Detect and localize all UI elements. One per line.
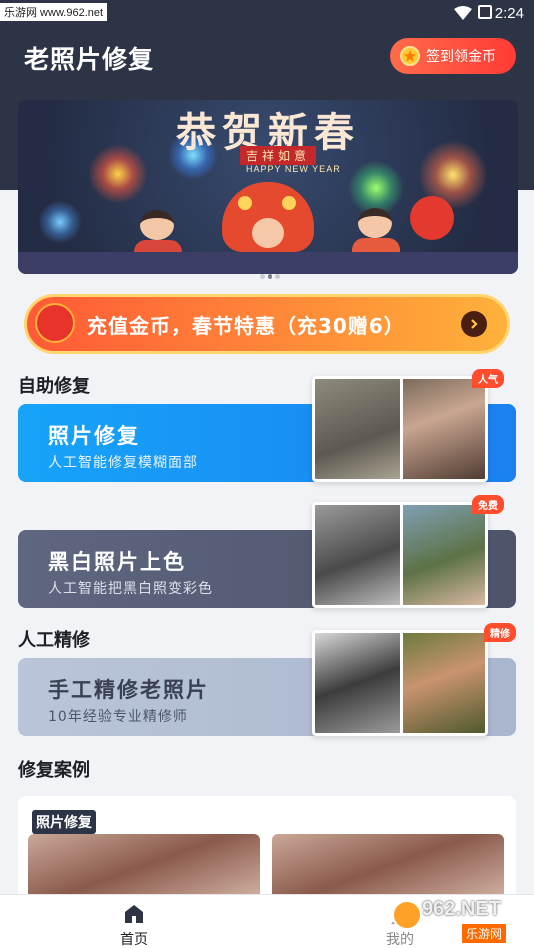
recharge-promo-banner[interactable]: 充值金币，春节特惠（充30赠6）	[24, 294, 510, 354]
signin-label: 签到领金币	[426, 49, 496, 65]
arrow-right-icon	[461, 311, 487, 337]
status-time: 2:24	[494, 5, 524, 22]
pagination-dot[interactable]	[260, 274, 265, 279]
section-title-manual: 人工精修	[18, 630, 90, 651]
banner-subtitle: HAPPY NEW YEAR	[246, 164, 341, 174]
firework-decoration	[38, 200, 82, 244]
card-title: 手工精修老照片	[48, 678, 209, 702]
page-title: 老照片修复	[24, 45, 155, 74]
lantern-decoration	[410, 196, 454, 240]
watermark: 乐游网 www.962.net	[0, 3, 108, 21]
card-desc: 人工智能把黑白照变彩色	[48, 581, 213, 597]
new-year-banner[interactable]: 恭贺新春 吉祥如意 HAPPY NEW YEAR	[18, 100, 518, 274]
status-bar: 乐游网 www.962.net 2:24	[0, 0, 534, 26]
home-icon	[125, 905, 143, 923]
section-title-self-service: 自助修复	[18, 376, 90, 397]
city-skyline	[18, 252, 518, 274]
nav-home[interactable]: 首页	[104, 903, 164, 949]
pagination-dot[interactable]	[275, 274, 281, 279]
section-title-cases: 修复案例	[18, 760, 90, 781]
badge-free: 免费	[472, 495, 504, 514]
colorize-sample	[312, 502, 488, 608]
banner-pagination	[260, 274, 281, 280]
card-desc: 人工智能修复模糊面部	[48, 455, 198, 471]
watermark-text: 962.NET	[422, 898, 501, 920]
site-watermark-logo: 962.NET 乐游网	[392, 898, 532, 946]
badge-popular: 人气	[472, 369, 504, 388]
card-desc: 10年经验专业精修师	[48, 709, 188, 725]
banner-chip: 吉祥如意	[240, 146, 317, 165]
star-coin-icon	[400, 46, 420, 66]
promo-text: 充值金币，春节特惠（充30赠6）	[87, 313, 405, 338]
nav-home-label: 首页	[120, 932, 148, 948]
photo-repair-sample	[312, 376, 488, 482]
card-title: 照片修复	[48, 424, 140, 448]
manual-retouch-sample	[312, 630, 488, 736]
badge-retouch: 精修	[484, 623, 516, 642]
signin-coin-button[interactable]: 签到领金币	[390, 38, 516, 74]
lion-dance-illustration	[222, 182, 314, 252]
card-title: 黑白照片上色	[48, 550, 186, 574]
watermark-sub: 乐游网	[462, 924, 507, 943]
screen-record-icon	[478, 5, 492, 19]
wifi-icon	[454, 6, 472, 20]
lantern-icon	[35, 303, 75, 343]
case-category-tag: 照片修复	[32, 810, 96, 834]
pagination-dot[interactable]	[267, 274, 273, 279]
